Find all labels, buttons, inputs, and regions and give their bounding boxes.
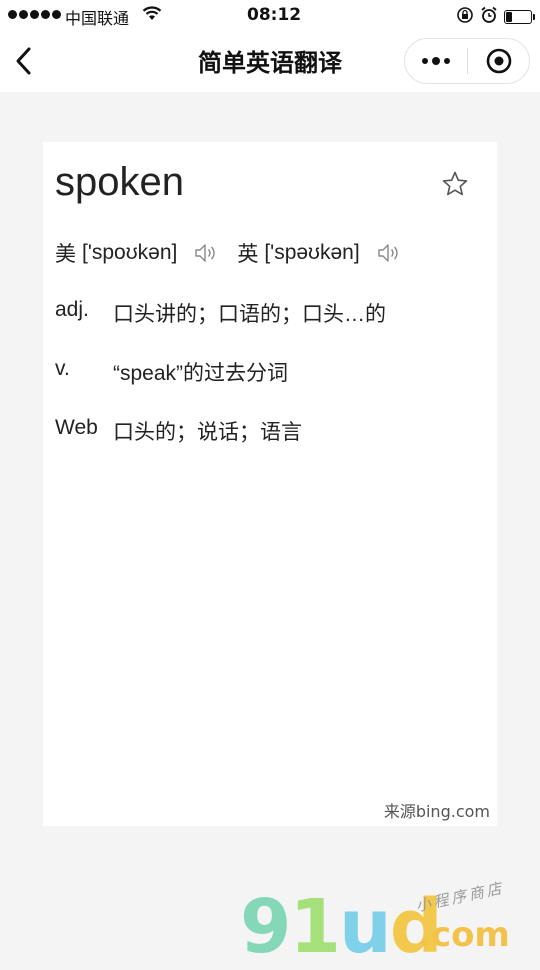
- definition-row: v. “speak”的过去分词: [55, 357, 288, 387]
- us-phonetic: ['spoʊkən]: [82, 241, 178, 264]
- orientation-lock-icon: [456, 6, 474, 28]
- uk-label: 英: [237, 243, 259, 266]
- headword: spoken: [55, 160, 184, 204]
- close-mini-program-button[interactable]: [468, 39, 529, 83]
- uk-speaker-button[interactable]: [376, 241, 402, 265]
- pronunciation-row: 美 ['spoʊkən] 英 ['spəʊkən]: [55, 238, 420, 268]
- us-label: 美: [55, 243, 76, 266]
- more-button[interactable]: [405, 39, 467, 83]
- definition-row: adj. 口头讲的；口语的；口头…的: [55, 298, 386, 328]
- part-of-speech: adj.: [55, 298, 89, 321]
- speaker-icon: [377, 244, 398, 262]
- part-of-speech: v.: [55, 357, 70, 380]
- definition-text: 口头的；说话；语言: [113, 421, 302, 444]
- watermark-tagline: 小程序商店: [414, 878, 507, 916]
- navigation-bar: 简单英语翻译: [0, 30, 540, 92]
- signal-strength-icon: [8, 10, 61, 19]
- favorite-button[interactable]: [441, 170, 469, 198]
- watermark-logo: 91ud: [240, 884, 443, 970]
- definition-text: “speak”的过去分词: [113, 362, 289, 385]
- star-icon: [442, 171, 468, 196]
- source-attribution: 来源bing.com: [383, 802, 490, 821]
- definition-row: Web 口头的；说话；语言: [55, 416, 302, 446]
- speaker-icon: [195, 244, 216, 262]
- uk-phonetic: ['spəʊkən]: [264, 241, 360, 264]
- battery-icon: [504, 10, 535, 24]
- wifi-icon: [142, 5, 162, 25]
- watermark-domain: .com: [418, 915, 510, 955]
- us-speaker-button[interactable]: [193, 241, 219, 265]
- carrier-name: 中国联通: [65, 9, 130, 28]
- clock: 08:12: [247, 5, 302, 25]
- alarm-icon: [480, 6, 498, 28]
- definition-text: 口头讲的；口语的；口头…的: [113, 303, 386, 326]
- part-of-speech: Web: [55, 416, 98, 439]
- mini-program-capsule: [404, 38, 530, 84]
- target-close-icon: [486, 48, 511, 74]
- status-bar: 中国联通 08:12: [0, 0, 540, 30]
- translation-card: spoken 美 ['spoʊkən] 英 ['spəʊkən] adj. 口头: [43, 142, 497, 826]
